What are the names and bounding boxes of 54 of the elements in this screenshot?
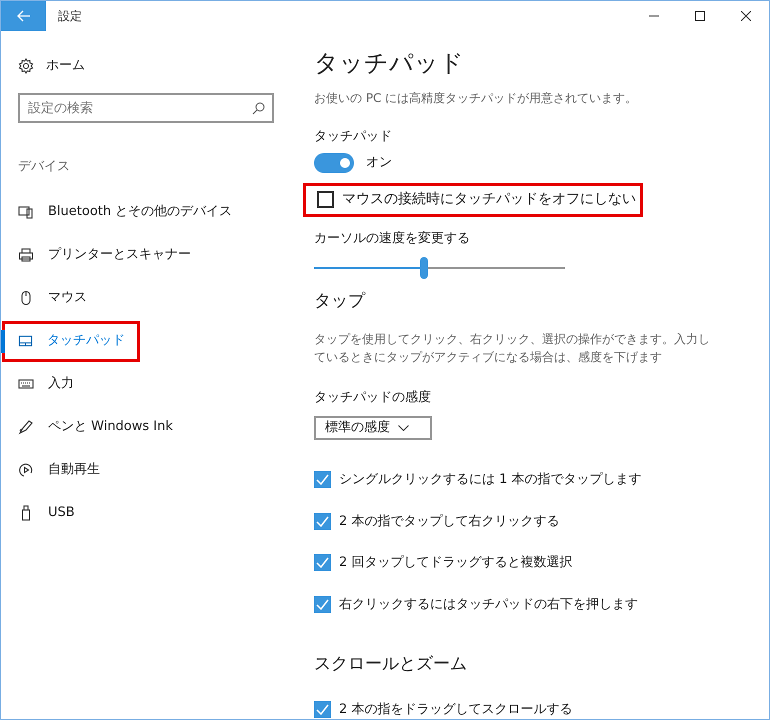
back-arrow-icon	[16, 10, 30, 22]
checkmark-icon	[316, 598, 329, 610]
toggle-label: タッチパッド	[314, 128, 393, 146]
checkmark-icon	[316, 474, 329, 486]
section-heading: タップ	[314, 290, 366, 313]
checkbox-label: 2 本の指でタップして右クリックする	[339, 512, 560, 530]
dropdown-label: タッチパッドの感度	[314, 389, 432, 408]
toggle-state: オン	[366, 154, 392, 172]
autoplay-icon	[18, 462, 34, 478]
sidebar-item[interactable]: Bluetooth とその他のデバイス	[1, 190, 248, 234]
description: お使いの PC には高精度タッチパッドが用意されています。	[314, 90, 638, 107]
checkmark-icon	[316, 704, 329, 715]
checkbox[interactable]	[314, 700, 331, 718]
sidebar-item[interactable]: プリンターとスキャナー	[1, 234, 207, 276]
sidebar-item[interactable]: 自動再生	[1, 448, 116, 492]
minimize-icon	[649, 15, 659, 17]
checkbox[interactable]	[314, 554, 331, 572]
checkbox[interactable]	[314, 596, 331, 613]
checkbox-label: シングルクリックするには 1 本の指でタップします	[339, 471, 642, 489]
checkbox-label: 2 回タップしてドラッグすると複数選択	[339, 554, 572, 572]
touchpad-icon	[18, 333, 33, 349]
chevron-down-icon	[398, 424, 409, 431]
devices-icon	[18, 204, 34, 220]
printer-icon	[18, 247, 34, 263]
checkmark-icon	[316, 516, 329, 527]
checkbox[interactable]	[317, 191, 334, 208]
close-icon	[741, 11, 751, 21]
sidebar-item[interactable]: タッチパッド	[1, 320, 141, 362]
page-title: タッチパッド	[314, 48, 465, 79]
checkbox-label: 2 本の指をドラッグしてスクロールする	[339, 700, 572, 718]
sidebar-item[interactable]: USB	[1, 492, 91, 534]
selection-bar	[1, 330, 5, 352]
section-heading: デバイス	[18, 158, 71, 176]
settings-icon	[18, 58, 34, 74]
sidebar-item[interactable]: 入力	[1, 362, 90, 406]
maximize-icon	[695, 11, 705, 21]
search-field[interactable]: 設定の検索	[18, 93, 274, 123]
sensitivity-dropdown[interactable]: 標準の感度	[314, 416, 432, 440]
sidebar-item[interactable]: ペンと Windows Ink	[1, 406, 189, 448]
checkbox[interactable]	[314, 512, 331, 530]
search-icon	[252, 102, 265, 115]
slider-label: カーソルの速度を変更する	[314, 230, 471, 248]
toggle-switch[interactable]	[314, 152, 354, 172]
sidebar-item[interactable]: マウス	[1, 276, 103, 320]
checkmark-icon	[316, 557, 329, 568]
checkbox-label: マウスの接続時にタッチパッドをオフにしない	[342, 190, 636, 210]
back-button[interactable]	[1, 1, 46, 31]
window-title: 設定	[58, 8, 82, 25]
home-link[interactable]: ホーム	[46, 56, 85, 76]
description: タップを使用してクリック、右クリック、選択の操作ができます。入力しているときにタップがアクティブになる場合は、感度を下げます	[314, 331, 711, 366]
section-heading: スクロールとズーム	[314, 653, 468, 676]
checkbox-label: 右クリックするにはタッチパッドの右下を押します	[339, 596, 638, 614]
checkbox[interactable]	[314, 471, 331, 488]
pen-icon	[18, 419, 34, 435]
